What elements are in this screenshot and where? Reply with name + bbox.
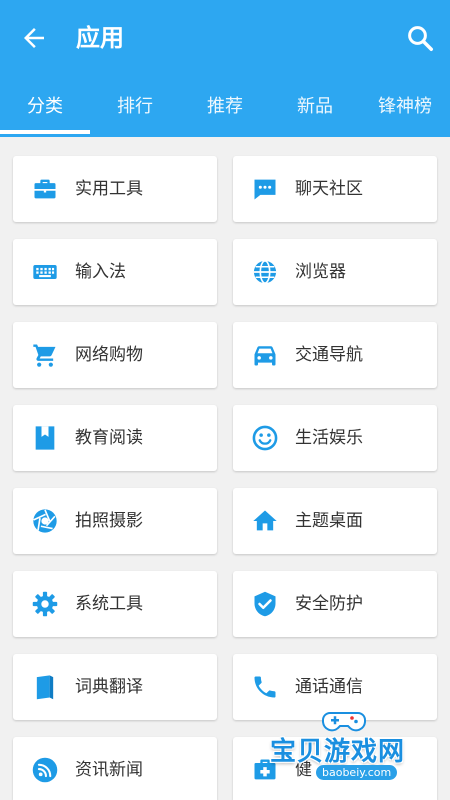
category-label: 生活娱乐	[295, 428, 363, 448]
category-label: 资讯新闻	[75, 760, 143, 780]
category-label: 通话通信	[295, 677, 363, 697]
smiley-icon	[252, 425, 278, 451]
page-title: 应用	[76, 24, 124, 52]
keyboard-icon	[33, 265, 57, 279]
phone-icon	[254, 676, 276, 698]
category-card-communication[interactable]: 通话通信	[233, 654, 437, 720]
category-card-system-tools[interactable]: 系统工具	[13, 571, 217, 637]
search-icon	[408, 26, 433, 51]
toolbox-icon	[34, 179, 56, 199]
category-label: 输入法	[75, 262, 126, 282]
category-card-tools[interactable]: 实用工具	[13, 156, 217, 222]
top-toolbar: 应用	[0, 0, 450, 78]
arrow-left-icon	[24, 28, 44, 48]
category-card-browser[interactable]: 浏览器	[233, 239, 437, 305]
gear-icon	[32, 591, 58, 617]
car-icon	[254, 346, 276, 366]
medical-kit-icon	[254, 759, 276, 780]
category-card-news[interactable]: 资讯新闻	[13, 737, 217, 800]
category-label: 交通导航	[295, 345, 363, 365]
category-label: 教育阅读	[75, 428, 143, 448]
category-card-entertainment[interactable]: 生活娱乐	[233, 405, 437, 471]
category-card-health[interactable]: 健	[233, 737, 437, 800]
search-button[interactable]	[400, 18, 440, 58]
category-card-education[interactable]: 教育阅读	[13, 405, 217, 471]
category-card-input-method[interactable]: 输入法	[13, 239, 217, 305]
book-icon	[36, 675, 54, 700]
camera-aperture-icon	[33, 509, 57, 533]
globe-icon	[253, 260, 277, 284]
tab-categories[interactable]: 分类	[0, 84, 90, 130]
category-label: 系统工具	[75, 594, 143, 614]
active-tab-indicator	[0, 130, 90, 134]
category-card-photography[interactable]: 拍照摄影	[13, 488, 217, 554]
category-tabs: 分类 排行 推荐 新品 锋神榜	[0, 84, 450, 134]
category-label: 安全防护	[295, 594, 363, 614]
category-grid: 实用工具 聊天社区 输入法 浏览器 网络购物 交通导航 教育阅读 生活娱乐 拍照…	[0, 137, 450, 800]
cart-icon	[33, 344, 56, 367]
category-card-dictionary[interactable]: 词典翻译	[13, 654, 217, 720]
back-button[interactable]	[12, 18, 56, 58]
category-label: 实用工具	[75, 179, 143, 199]
category-card-navigation[interactable]: 交通导航	[233, 322, 437, 388]
category-card-shopping[interactable]: 网络购物	[13, 322, 217, 388]
category-card-themes[interactable]: 主题桌面	[233, 488, 437, 554]
category-card-chat[interactable]: 聊天社区	[233, 156, 437, 222]
chat-icon	[254, 179, 276, 200]
tab-recommended[interactable]: 推荐	[180, 84, 270, 130]
rss-icon	[32, 757, 58, 783]
tab-new[interactable]: 新品	[270, 84, 360, 130]
category-label: 词典翻译	[75, 677, 143, 697]
bookmark-icon	[35, 426, 55, 450]
category-label: 拍照摄影	[75, 511, 143, 531]
category-label: 主题桌面	[295, 511, 363, 531]
category-label: 浏览器	[295, 262, 346, 282]
category-card-security[interactable]: 安全防护	[233, 571, 437, 637]
category-label: 网络购物	[75, 345, 143, 365]
app-bar: 应用 分类 排行 推荐 新品 锋神榜	[0, 0, 450, 137]
shield-icon	[254, 591, 276, 617]
tab-ranking[interactable]: 排行	[90, 84, 180, 130]
category-label: 聊天社区	[295, 179, 363, 199]
tab-top-chart[interactable]: 锋神榜	[360, 84, 450, 130]
category-label: 健	[295, 760, 312, 780]
home-icon	[253, 510, 277, 531]
